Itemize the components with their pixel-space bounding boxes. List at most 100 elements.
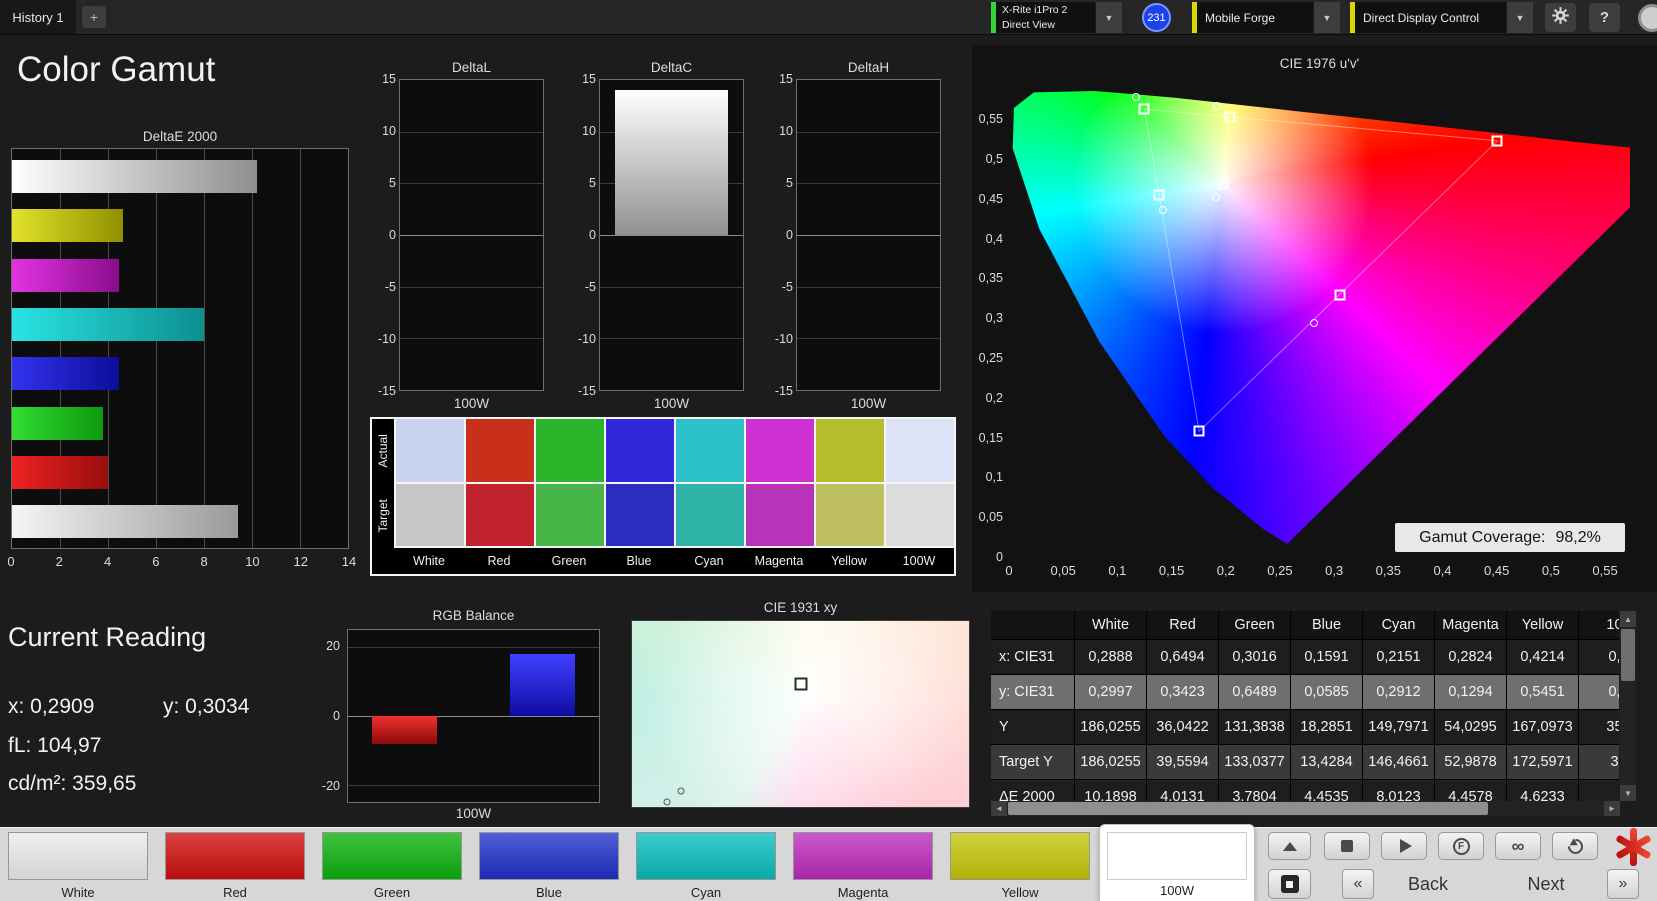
display-control-dropdown-button[interactable]: ▼ — [1506, 2, 1533, 33]
cie1931-chart — [631, 620, 970, 808]
rgb-balance-chart — [347, 629, 600, 803]
readings-cell: 8,0123 — [1363, 780, 1435, 801]
xy-measured-point — [663, 798, 671, 806]
meter-dropdown-button[interactable]: ▼ — [1095, 2, 1122, 33]
readings-row[interactable]: y: CIE31 0,2997 0,3423 0,6489 0,0585 0,2912 0,… — [991, 675, 1619, 710]
readings-header-row: WhiteRedGreenBlueCyanMagentaYellow10 — [991, 611, 1619, 640]
readings-column-header: Cyan — [1363, 611, 1435, 639]
readings-row[interactable]: Target Y 186,0255 39,5594 133,0377 13,4284 14… — [991, 745, 1619, 780]
rgb-axis-tick-label: -20 — [321, 778, 340, 793]
next-button[interactable]: Next — [1498, 869, 1594, 899]
target-marker-red — [1491, 135, 1503, 147]
readings-row[interactable]: x: CIE31 0,2888 0,6494 0,3016 0,1591 0,2151 0,… — [991, 640, 1619, 675]
reading-cdm2-value: cd/m²: 359,65 — [8, 772, 137, 795]
cie-y-tick-label: 0,35 — [978, 271, 1003, 286]
edge-circle-button[interactable] — [1638, 4, 1657, 32]
cie-x-tick-label: 0,3 — [1325, 563, 1344, 578]
measurement-count-badge[interactable]: 231 — [1142, 3, 1171, 32]
deltae2000-chart — [11, 148, 349, 549]
pattern-patch-label: 100W — [1160, 883, 1194, 898]
scroll-right-button[interactable]: ► — [1604, 801, 1620, 816]
help-button[interactable]: ? — [1589, 3, 1620, 32]
cie-x-tick-label: 0,25 — [1267, 563, 1293, 578]
readings-cell: 186,0255 — [1075, 710, 1147, 744]
delta-axis-tick-label: -15 — [577, 384, 596, 398]
cie-y-tick-label: 0,5 — [985, 151, 1003, 166]
deltae-axis-tick-label: 14 — [341, 554, 357, 569]
readings-cell: 0,1591 — [1291, 640, 1363, 674]
circle-f-icon: F — [1452, 837, 1470, 855]
source-dropdown-button[interactable]: ▼ — [1313, 2, 1340, 33]
readings-column-header: 10 — [1579, 611, 1619, 639]
source-selector[interactable]: Mobile Forge — [1192, 2, 1313, 33]
cie-x-tick-label: 0,2 — [1216, 563, 1235, 578]
scroll-down-button[interactable]: ▼ — [1620, 785, 1636, 801]
table-vertical-scrollbar[interactable]: ▲ ▼ — [1620, 611, 1636, 801]
swatch-target-white — [396, 483, 464, 546]
pattern-patch-blue[interactable] — [479, 832, 619, 880]
pattern-up-button[interactable] — [1268, 832, 1311, 860]
pattern-patch-cyan[interactable] — [636, 832, 776, 880]
deltac-x-label: 100W — [653, 396, 690, 411]
vertical-scroll-thumb[interactable] — [1621, 629, 1635, 681]
readings-column-header: White — [1075, 611, 1147, 639]
readings-cell: 172,5971 — [1507, 745, 1579, 779]
pattern-patch-white[interactable] — [8, 832, 148, 880]
delta-axis-tick-label: -10 — [577, 332, 596, 346]
readings-cell: 133,0377 — [1219, 745, 1291, 779]
deltae-bar-yellow — [12, 209, 123, 243]
continuous-measure-button[interactable]: ∞ — [1495, 832, 1541, 860]
rgb-axis-tick-label: 20 — [326, 639, 340, 654]
deltal-y-axis: 15 10 5 0 -5 -10 -15 — [365, 72, 399, 398]
target-marker-cyan — [1153, 189, 1165, 201]
swatch-target-100w — [886, 483, 954, 546]
history-tab[interactable]: History 1 — [0, 0, 76, 34]
swatch-actual-green — [536, 419, 604, 482]
scroll-up-button[interactable]: ▲ — [1620, 611, 1636, 627]
horizontal-scroll-thumb[interactable] — [1008, 802, 1488, 815]
pattern-patch-red[interactable] — [165, 832, 305, 880]
readings-column-header: Green — [1219, 611, 1291, 639]
readings-row[interactable]: Y 186,0255 36,0422 131,3838 18,2851 149,7971 5… — [991, 710, 1619, 745]
play-button[interactable] — [1381, 832, 1427, 860]
table-horizontal-scrollbar[interactable]: ◄ ► — [991, 801, 1620, 816]
measured-marker-green — [1131, 92, 1140, 101]
readings-cell: 4,4578 — [1435, 780, 1507, 801]
readings-cell: 10,1898 — [1075, 780, 1147, 801]
pattern-patch-magenta[interactable] — [793, 832, 933, 880]
delta-gridline — [400, 131, 543, 133]
meter-selector[interactable]: X-Rite i1Pro 2 Direct View — [991, 2, 1095, 33]
back-chevron-button[interactable]: « — [1342, 869, 1374, 899]
swatch-actual-100w — [886, 419, 954, 482]
target-row-label: Target — [376, 499, 390, 533]
pattern-patch-label: Cyan — [690, 885, 722, 900]
back-button[interactable]: Back — [1380, 869, 1476, 899]
readings-cell: 0,2824 — [1435, 640, 1507, 674]
refresh-button[interactable] — [1552, 832, 1598, 860]
swatch-column-label: 100W — [902, 554, 936, 568]
scroll-left-button[interactable]: ◄ — [991, 801, 1007, 816]
single-measure-button[interactable]: F — [1438, 832, 1484, 860]
top-bar: History 1 + X-Rite i1Pro 2 Direct View ▼… — [0, 0, 1657, 35]
pattern-patch-green[interactable] — [322, 832, 462, 880]
pattern-patch-yellow[interactable] — [950, 832, 1090, 880]
gamut-coverage-readout: Gamut Coverage: 98,2% — [1395, 523, 1625, 552]
reading-fl-value: fL: 104,97 — [8, 734, 102, 757]
delta-gridline — [600, 286, 743, 288]
question-icon: ? — [1599, 9, 1610, 26]
stop-button[interactable] — [1324, 832, 1370, 860]
readings-row-label: ΔE 2000 — [991, 780, 1075, 801]
cie-y-tick-label: 0,15 — [978, 430, 1003, 445]
readings-row[interactable]: ΔE 2000 10,1898 4,0131 3,7804 4,4535 8,0123 4,… — [991, 780, 1619, 801]
next-chevron-button[interactable]: » — [1607, 869, 1639, 899]
pattern-patch-100w[interactable] — [1107, 832, 1247, 880]
calman-asterisk-logo[interactable] — [1612, 826, 1654, 868]
settings-button[interactable] — [1545, 3, 1576, 32]
display-control-selector[interactable]: Direct Display Control — [1350, 2, 1506, 33]
window-pattern-button[interactable] — [1268, 869, 1311, 899]
deltae-bar-cyan — [12, 307, 205, 341]
readings-column-header — [991, 611, 1075, 639]
cie-x-tick-label: 0,35 — [1375, 563, 1401, 578]
add-history-button[interactable]: + — [82, 6, 106, 28]
delta-axis-tick-label: 5 — [389, 176, 396, 190]
